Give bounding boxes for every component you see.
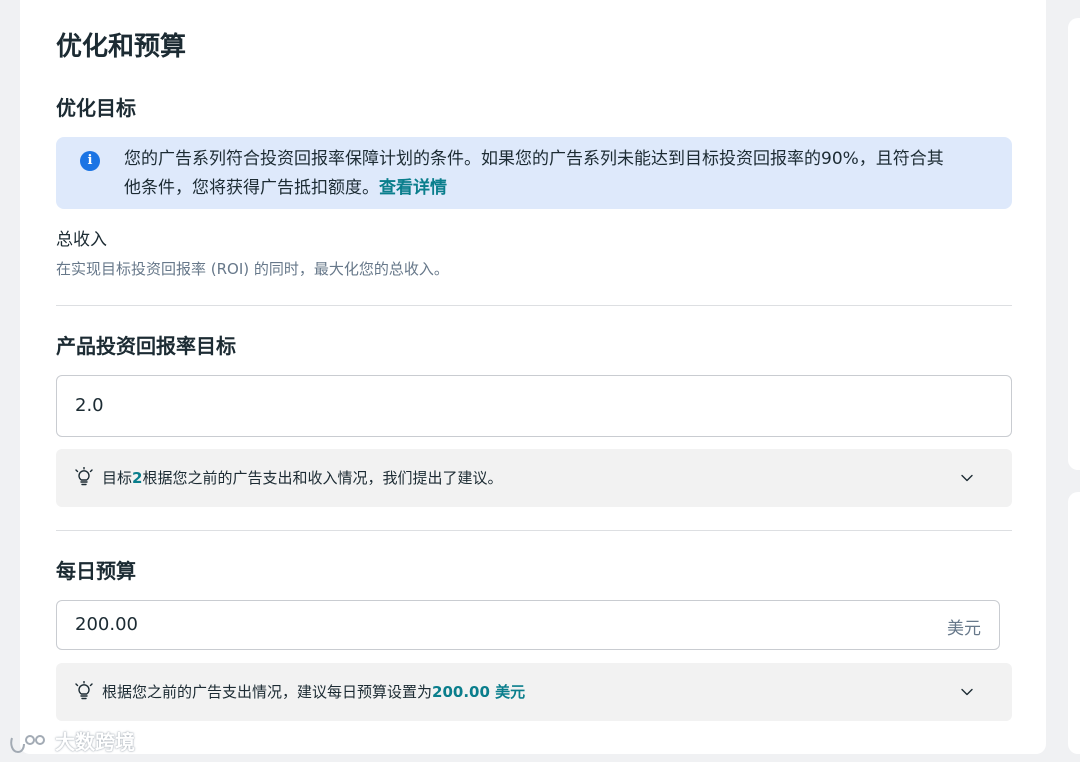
budget-suggestion-text: 根据您之前的广告支出情况，建议每日预算设置为200.00 美元: [102, 681, 525, 703]
daily-budget-value: 200.00: [75, 614, 138, 635]
roi-target-input[interactable]: 2.0: [56, 375, 1012, 437]
lightbulb-icon: [75, 467, 93, 486]
roi-suggestion-text: 目标2根据您之前的广告支出和收入情况，我们提出了建议。: [102, 467, 502, 489]
roi-guarantee-text: 您的广告系列符合投资回报率保障计划的条件。如果您的广告系列未能达到目标投资回报率…: [124, 145, 954, 203]
view-details-link[interactable]: 查看详情: [379, 178, 447, 198]
notice-text: 您的广告系列符合投资回报率保障计划的条件。如果您的广告系列未能达到目标投资回报率…: [124, 149, 944, 198]
optimization-option-name: 总收入: [56, 230, 107, 250]
roi-guarantee-notice: i 您的广告系列符合投资回报率保障计划的条件。如果您的广告系列未能达到目标投资回…: [56, 137, 1012, 209]
side-panel-top: [1068, 18, 1080, 470]
roi-target-heading: 产品投资回报率目标: [56, 334, 236, 358]
watermark-text: 大数跨境: [54, 730, 135, 754]
info-icon: i: [80, 151, 100, 171]
optimization-goal-heading: 优化目标: [56, 96, 136, 120]
budget-suggestion-label: 根据您之前的广告支出情况，建议每日预算设置为: [102, 683, 433, 701]
lightbulb-icon: [75, 681, 93, 700]
suggestion-suffix: 根据您之前的广告支出和收入情况，我们提出了建议。: [142, 469, 503, 487]
daily-budget-heading: 每日预算: [56, 559, 136, 583]
page-title: 优化和预算: [56, 32, 187, 62]
side-panel-bottom: [1068, 492, 1080, 754]
budget-suggestion-row[interactable]: 根据您之前的广告支出情况，建议每日预算设置为200.00 美元: [56, 663, 1012, 721]
currency-suffix: 美元: [947, 619, 981, 639]
suggested-budget-value: 200.00 美元: [432, 683, 526, 701]
suggestion-prefix: 目标: [102, 469, 133, 487]
watermark-logo-icon: [10, 734, 45, 753]
roi-target-value: 2.0: [75, 395, 104, 416]
divider: [56, 530, 1012, 531]
optimization-option-description: 在实现目标投资回报率 (ROI) 的同时，最大化您的总收入。: [56, 260, 449, 278]
suggested-roi-value: 2: [132, 469, 143, 487]
daily-budget-input[interactable]: 200.00 美元: [56, 600, 1000, 650]
watermark: 大数跨境: [8, 728, 135, 756]
roi-suggestion-row[interactable]: 目标2根据您之前的广告支出和收入情况，我们提出了建议。: [56, 449, 1012, 507]
divider: [56, 305, 1012, 306]
chevron-down-icon[interactable]: [960, 471, 974, 485]
chevron-down-icon[interactable]: [960, 685, 974, 699]
